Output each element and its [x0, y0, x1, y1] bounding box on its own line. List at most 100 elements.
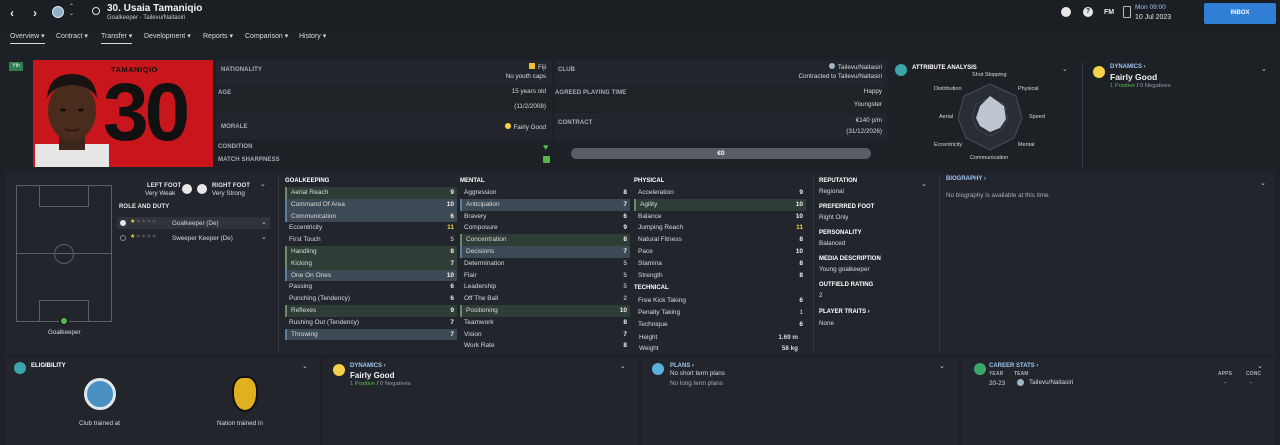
attribute-row[interactable]: Agility 10	[634, 198, 806, 211]
tab-comparison[interactable]: Comparison ▾	[245, 32, 288, 40]
attribute-row[interactable]: Balance 10	[634, 211, 806, 223]
attribute-row[interactable]: Reflexes 9	[285, 305, 457, 317]
radar-label-aerial: Aerial	[939, 114, 954, 120]
attribute-value: 7	[450, 318, 454, 326]
tab-history[interactable]: History ▾	[299, 32, 326, 40]
career-stats-panel: CAREER STATS › YEAR TEAM APPS CONC 20-23…	[961, 358, 1275, 445]
plans-panel: PLANS › No short term plans No long term…	[642, 358, 958, 445]
attribute-value: 9	[450, 307, 454, 314]
nationality-value[interactable]: Fiji	[486, 63, 546, 71]
club-value[interactable]: Tailevu/Naitasiri	[762, 63, 882, 71]
tab-reports[interactable]: Reports ▾	[203, 32, 233, 40]
ball-icon[interactable]	[1061, 7, 1071, 17]
tab-transfer[interactable]: Transfer ▾	[101, 32, 133, 44]
attribute-name: Pace	[638, 248, 653, 255]
tab-contract[interactable]: Contract ▾	[56, 32, 88, 40]
club-crest-icon[interactable]	[52, 6, 64, 18]
radar-label-speed: Speed	[1029, 114, 1045, 120]
fm-logo[interactable]: FM	[1104, 9, 1114, 16]
dynamics-bottom-link[interactable]: DYNAMICS ›	[350, 363, 386, 369]
inbox-label: INBOX	[1230, 10, 1250, 16]
attribute-analysis-title: ATTRIBUTE ANALYSIS	[912, 65, 977, 71]
age-row: AGE 15 years old (11/2/2008)	[216, 86, 552, 112]
attribute-value: 10	[795, 212, 803, 220]
attribute-name: Aerial Reach	[291, 189, 329, 196]
attribute-row[interactable]: Punching (Tendency) 6	[285, 293, 457, 305]
attribute-value: 1	[799, 308, 803, 316]
attribute-row[interactable]: Flair 5	[460, 270, 630, 282]
attribute-row[interactable]: Passing 6	[285, 281, 457, 293]
attribute-row[interactable]: Penalty Taking 1	[634, 307, 806, 319]
radar-label-eccentricity: Eccentricity	[934, 142, 963, 148]
morale-value[interactable]: Fairly Good	[466, 123, 546, 131]
biography-menu-icon[interactable]: ⌄	[1260, 179, 1266, 187]
eligibility-menu-icon[interactable]: ⌄	[302, 362, 308, 370]
dynamics-menu-icon[interactable]: ⌄	[1261, 65, 1267, 73]
attribute-row[interactable]: Positioning 10	[460, 305, 630, 317]
attribute-row[interactable]: Off The Ball 2	[460, 293, 630, 305]
attribute-row[interactable]: Kicking 7	[285, 257, 457, 270]
attribute-row[interactable]: Stamina 8	[634, 258, 806, 270]
career-stats-link[interactable]: CAREER STATS ›	[989, 363, 1038, 369]
role-sweeper-keeper[interactable]: ★★★★★ Sweeper Keeper (De) ⌄	[117, 232, 270, 244]
tab-overview[interactable]: Overview ▾	[10, 32, 45, 44]
career-menu-icon[interactable]: ⌄	[1257, 362, 1263, 370]
plans-menu-icon[interactable]: ⌄	[939, 362, 945, 370]
dynamics-title[interactable]: DYNAMICS ›	[1110, 64, 1146, 70]
attribute-row[interactable]: Teamwork 8	[460, 317, 630, 329]
biography-link[interactable]: BIOGRAPHY ›	[946, 176, 986, 182]
attribute-row[interactable]: One On Ones 10	[285, 269, 457, 282]
search-icon[interactable]	[92, 7, 100, 15]
career-team[interactable]: Tailevu/Naitasiri	[1029, 379, 1073, 386]
value-bar[interactable]: €0	[571, 148, 871, 159]
attribute-row[interactable]: Command Of Area 10	[285, 198, 457, 211]
attribute-row[interactable]: Communication 6	[285, 210, 457, 223]
attribute-row[interactable]: Decisions 7	[460, 246, 630, 258]
tab-development[interactable]: Development ▾	[144, 32, 191, 40]
attribute-row[interactable]: Natural Fitness 8	[634, 234, 806, 246]
attribute-name: Flair	[464, 271, 477, 279]
dynamics-bottom-icon	[333, 364, 345, 376]
dynamics-counts: 1 Positive / 0 Negatives	[1110, 83, 1171, 89]
attribute-row[interactable]: Leadership 5	[460, 281, 630, 293]
attribute-row[interactable]: Aggression 8	[460, 187, 630, 199]
radar-label-distribution: Distribution	[934, 86, 962, 92]
attribute-row[interactable]: Pace 10	[634, 246, 806, 258]
goalkeeper-position-marker[interactable]	[59, 316, 69, 326]
attribute-row[interactable]: Throwing 7	[285, 328, 457, 341]
playing-time-row: AGREED PLAYING TIME Happy Youngster	[555, 86, 887, 112]
attribute-row[interactable]: Composure 9	[460, 222, 630, 234]
role-goalkeeper[interactable]: ★★★★★ Goalkeeper (De) ⌄	[117, 217, 270, 229]
attribute-value: 8	[799, 259, 803, 267]
attribute-row[interactable]: Work Rate 8	[460, 340, 630, 352]
attribute-row[interactable]: Aerial Reach 9	[285, 187, 457, 199]
chevron-up-down-icon[interactable]: ⌃ ⌄	[69, 4, 74, 18]
attribute-row[interactable]: Bravery 6	[460, 211, 630, 223]
attribute-row[interactable]: First Touch 5	[285, 234, 457, 246]
attribute-analysis-menu-icon[interactable]: ⌄	[1062, 65, 1068, 73]
attribute-row[interactable]: Handling 8	[285, 246, 457, 258]
attribute-row[interactable]: Determination 5	[460, 258, 630, 270]
continue-button[interactable]: INBOX	[1204, 3, 1276, 24]
attribute-row[interactable]: Eccentricity 11	[285, 222, 457, 234]
attribute-row[interactable]: Free Kick Taking 6	[634, 295, 806, 307]
attribute-row[interactable]: Acceleration 9	[634, 187, 806, 199]
dynamics-bottom-menu-icon[interactable]: ⌄	[620, 362, 626, 370]
player-traits-link[interactable]: PLAYER TRAITS ›	[819, 309, 870, 315]
attribute-name: Throwing	[291, 330, 318, 338]
back-icon[interactable]: ‹	[5, 6, 19, 20]
help-icon[interactable]: ?	[1083, 7, 1093, 17]
career-apps: -	[1224, 379, 1227, 386]
side-menu-icon[interactable]: ⌄	[921, 180, 927, 188]
attribute-row[interactable]: Rushing Out (Tendency) 7	[285, 317, 457, 329]
attribute-row[interactable]: Technique 6	[634, 319, 806, 331]
feet-menu-icon[interactable]: ⌄	[260, 180, 266, 188]
attribute-row[interactable]: Anticipation 7	[460, 198, 630, 211]
club-trained-label: Club trained at	[79, 420, 120, 427]
attribute-row[interactable]: Jumping Reach 11	[634, 222, 806, 234]
attribute-row[interactable]: Concentration 8	[460, 234, 630, 246]
plans-link[interactable]: PLANS ›	[670, 363, 694, 369]
attribute-row[interactable]: Strength 8	[634, 270, 806, 282]
forward-icon[interactable]: ›	[28, 6, 42, 20]
attribute-row[interactable]: Vision 7	[460, 329, 630, 341]
